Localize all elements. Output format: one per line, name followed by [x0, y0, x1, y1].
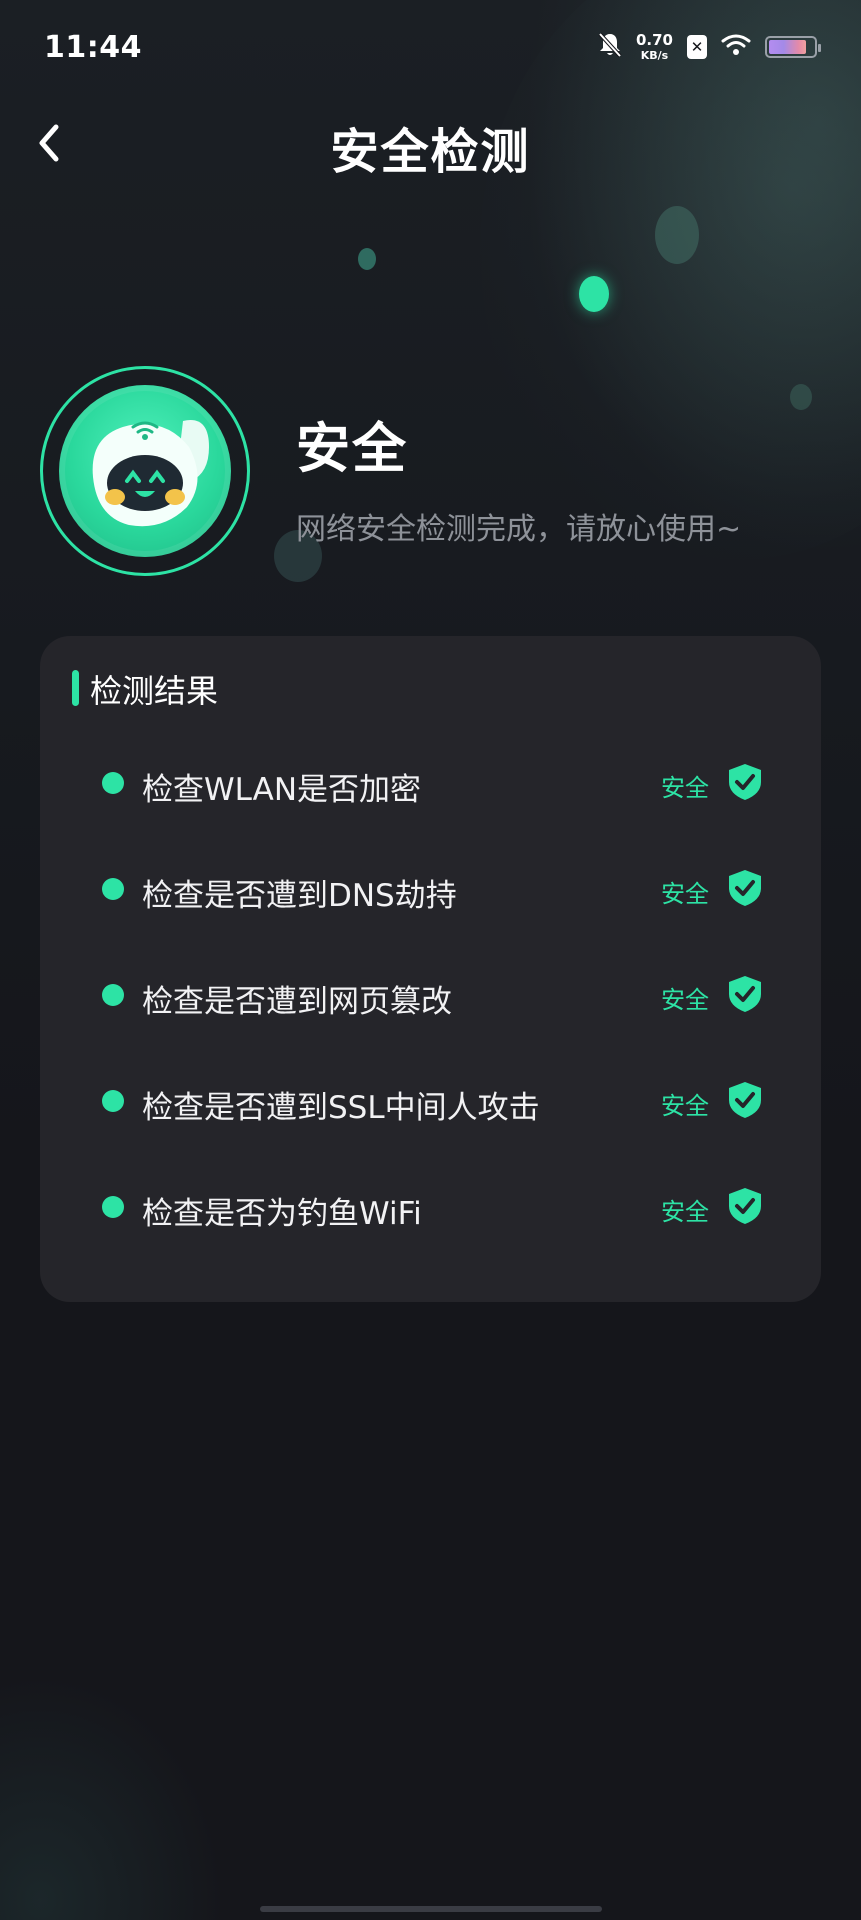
- check-item-webpage-tamper: 检查是否遭到网页篡改 安全: [40, 942, 821, 1048]
- security-check-screen: 11:44 0.70 KB/s ✕ 安全检测 安全 网络安全检测完成，请放心使用…: [0, 0, 861, 1920]
- check-item-label: 检查是否遭到SSL中间人攻击: [142, 1090, 540, 1126]
- bullet-dot: [102, 772, 124, 794]
- check-item-status: 安全: [661, 774, 709, 802]
- check-item-ssl-mitm: 检查是否遭到SSL中间人攻击 安全: [40, 1048, 821, 1154]
- bullet-dot: [102, 984, 124, 1006]
- battery-icon: [765, 36, 821, 58]
- check-item-phishing-wifi: 检查是否为钓鱼WiFi 安全: [40, 1154, 821, 1260]
- check-item-label: 检查是否为钓鱼WiFi: [142, 1196, 422, 1232]
- security-status-description: 网络安全检测完成，请放心使用~: [296, 512, 742, 547]
- decorative-dot: [655, 206, 699, 264]
- shield-check-icon: [729, 1188, 761, 1224]
- check-item-status: 安全: [661, 986, 709, 1014]
- bell-off-icon: [598, 32, 622, 62]
- check-item-status: 安全: [661, 1092, 709, 1120]
- results-card: 检测结果 检查WLAN是否加密 安全 检查是否遭到DNS劫持 安全 检查是否遭到…: [40, 636, 821, 1302]
- check-item-label: 检查是否遭到网页篡改: [142, 984, 452, 1020]
- network-speed: 0.70 KB/s: [635, 31, 673, 62]
- battery-level-fill: [769, 40, 807, 54]
- home-indicator[interactable]: [260, 1906, 602, 1912]
- check-item-label: 检查是否遭到DNS劫持: [142, 878, 457, 914]
- shield-check-icon: [729, 870, 761, 906]
- robot-mascot-icon: [59, 385, 231, 557]
- results-title: 检测结果: [90, 672, 219, 710]
- network-speed-value: 0.70: [635, 31, 673, 49]
- status-time: 11:44: [44, 30, 142, 65]
- check-item-dns-hijack: 检查是否遭到DNS劫持 安全: [40, 836, 821, 942]
- shield-check-icon: [729, 976, 761, 1012]
- sim-off-icon: ✕: [687, 35, 707, 59]
- page-title: 安全检测: [330, 124, 531, 180]
- shield-check-icon: [729, 764, 761, 800]
- bullet-dot: [102, 1196, 124, 1218]
- check-item-status: 安全: [661, 1198, 709, 1226]
- check-item-wlan-encryption: 检查WLAN是否加密 安全: [40, 730, 821, 836]
- mascot-badge: [40, 366, 250, 576]
- bullet-dot: [102, 1090, 124, 1112]
- decorative-dot: [579, 276, 609, 312]
- check-item-label: 检查WLAN是否加密: [142, 772, 422, 808]
- check-list: 检查WLAN是否加密 安全 检查是否遭到DNS劫持 安全 检查是否遭到网页篡改: [40, 730, 821, 1260]
- wifi-icon: [721, 34, 751, 60]
- status-bar: 11:44 0.70 KB/s ✕: [0, 0, 861, 100]
- decorative-dot: [790, 384, 812, 410]
- shield-check-icon: [729, 1082, 761, 1118]
- security-status-title: 安全: [296, 417, 408, 480]
- check-item-status: 安全: [661, 880, 709, 908]
- status-icons: 0.70 KB/s ✕: [598, 31, 821, 62]
- section-accent-bar: [72, 670, 79, 706]
- network-speed-unit: KB/s: [640, 49, 669, 62]
- bullet-dot: [102, 878, 124, 900]
- decorative-dot: [358, 248, 376, 270]
